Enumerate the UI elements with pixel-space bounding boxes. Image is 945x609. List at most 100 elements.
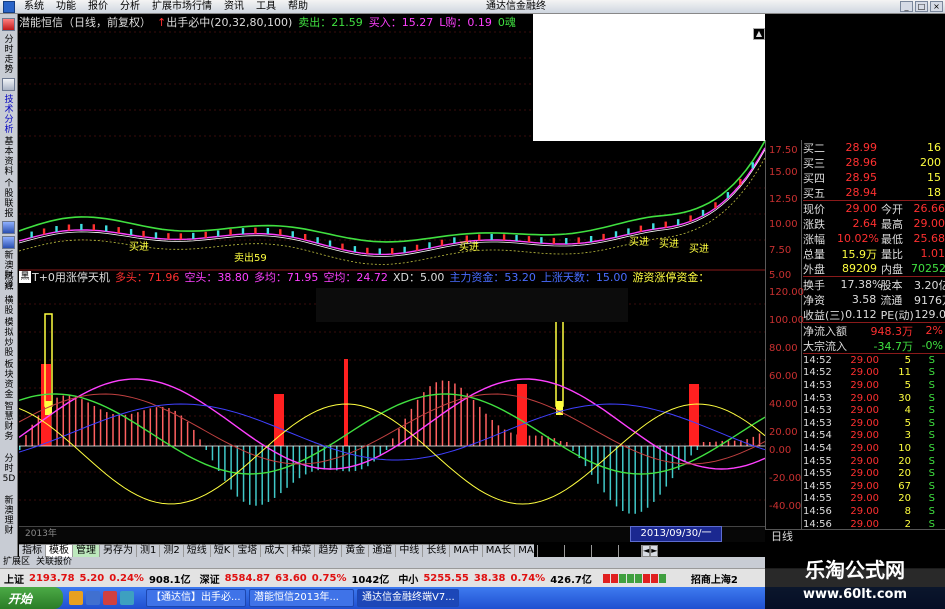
leftbar-label-hstock[interactable]: 横股 bbox=[2, 296, 16, 316]
formula-tab[interactable]: MA中 bbox=[450, 545, 483, 557]
leftbar-label-sim[interactable]: 模拟炒股 bbox=[2, 318, 16, 358]
buy-marker: 买进 bbox=[629, 236, 649, 248]
formula-tab[interactable]: 黄金 bbox=[342, 545, 370, 557]
lower-band-line bbox=[19, 147, 765, 256]
menu-tools[interactable]: 工具 bbox=[250, 0, 282, 14]
menu-news[interactable]: 资讯 bbox=[218, 0, 250, 14]
leftbar-label-5d[interactable]: 分时5D bbox=[2, 454, 16, 484]
formula-tab[interactable]: 指标 bbox=[19, 545, 46, 557]
formula-tab[interactable]: 长线 bbox=[423, 545, 451, 557]
candle bbox=[92, 224, 95, 231]
leftbar-label-hot[interactable]: 热点 bbox=[2, 272, 16, 292]
menu-help[interactable]: 帮助 bbox=[282, 0, 314, 14]
quick-launch-icon[interactable] bbox=[86, 591, 100, 605]
maximize-button[interactable]: □ bbox=[915, 1, 928, 12]
minimize-button[interactable]: _ bbox=[900, 1, 913, 12]
tick-time: 14:52 bbox=[803, 354, 832, 366]
menu-quote[interactable]: 报价 bbox=[82, 0, 114, 14]
toolbar-icon-2[interactable] bbox=[2, 78, 15, 91]
tick-price: 29.00 bbox=[850, 379, 879, 391]
index-name[interactable]: 深证 bbox=[200, 571, 220, 586]
indicator-bar bbox=[392, 438, 394, 446]
formula-tab[interactable]: 另存为 bbox=[100, 545, 137, 557]
taskbar-task-3[interactable]: 通达信金融终端V7... bbox=[357, 589, 459, 607]
bid-label: 买三 bbox=[803, 156, 825, 170]
leftbar-label-stock[interactable]: 个股联报 bbox=[2, 179, 16, 219]
formula-tab[interactable]: 管理 bbox=[73, 545, 100, 557]
leftbar-label-basic[interactable]: 基本资料 bbox=[2, 137, 16, 177]
formula-tab[interactable]: 中线 bbox=[396, 545, 424, 557]
index-name[interactable]: 中小 bbox=[398, 571, 418, 586]
stat-row: 涨跌 2.64 最高 29.00 bbox=[803, 216, 945, 231]
leftbar-label-wealth[interactable]: 新澳理财 bbox=[2, 496, 16, 536]
menu-extended-market[interactable]: 扩展市场行情 bbox=[146, 0, 218, 14]
candle bbox=[490, 233, 493, 240]
quick-launch-icon[interactable] bbox=[103, 591, 117, 605]
taskbar-task-2[interactable]: 潜能恒信2013年... bbox=[249, 589, 354, 607]
quick-launch-icon[interactable] bbox=[69, 591, 83, 605]
formula-tab[interactable]: 通道 bbox=[369, 545, 397, 557]
chart-corner-button[interactable]: ▲ bbox=[753, 28, 765, 40]
formula-tab[interactable]: 短线 bbox=[184, 545, 211, 557]
leftbar-label-tech[interactable]: 技术分析 bbox=[2, 95, 16, 135]
formula-tab[interactable]: 测2 bbox=[160, 545, 184, 557]
stat-value: 1.01 bbox=[920, 247, 945, 260]
leftbar-label-minute[interactable]: 分时走势 bbox=[2, 35, 16, 75]
toolbar-icon-1[interactable] bbox=[2, 18, 15, 31]
formula-tab[interactable]: MA bbox=[515, 545, 538, 557]
candle bbox=[714, 202, 717, 209]
tab-scroll-left-icon[interactable]: ◄ bbox=[642, 545, 651, 557]
menu-analysis[interactable]: 分析 bbox=[114, 0, 146, 14]
formula-tab[interactable]: 模板 bbox=[46, 545, 73, 557]
formula-tab[interactable]: 钻1 bbox=[619, 545, 643, 557]
tick-volume: 5 bbox=[904, 379, 911, 391]
chart-area[interactable]: 买进 买进 买进 买进 买进 卖出59 潜能恒信（日线，前复权） ↑ 出手必中(20,32… bbox=[19, 14, 765, 544]
formula-tab[interactable]: 种菜 bbox=[288, 545, 316, 557]
close-button[interactable]: × bbox=[930, 1, 943, 12]
formula-tab[interactable]: 钻红 bbox=[565, 545, 592, 557]
menu-system[interactable]: 系统 bbox=[18, 0, 50, 14]
tick-time: 14:53 bbox=[803, 379, 832, 391]
formula-tab[interactable]: 趋势 bbox=[315, 545, 343, 557]
period-label[interactable]: 日线 bbox=[765, 529, 945, 544]
lbuy-value: L购：0.19 bbox=[439, 16, 492, 29]
buy-value: 买入：15.27 bbox=[368, 16, 434, 29]
tab-related-quote[interactable]: 关联报价 bbox=[33, 557, 75, 568]
tick-side: S bbox=[928, 379, 935, 391]
formula-tab[interactable]: 短K bbox=[211, 545, 235, 557]
watermark: 乐淘公式网 www.60lt.com bbox=[765, 555, 945, 609]
indicator-bar bbox=[205, 446, 207, 450]
index-pct: 0.75% bbox=[311, 572, 347, 584]
candle bbox=[701, 209, 705, 216]
formula-tab[interactable]: 成大 bbox=[261, 545, 289, 557]
quick-launch-icon[interactable] bbox=[120, 591, 134, 605]
stat-value: 89209 bbox=[842, 262, 877, 275]
formula-tab[interactable]: 贴线 bbox=[538, 545, 565, 557]
candle bbox=[540, 237, 543, 244]
tick-time: 14:55 bbox=[803, 480, 832, 492]
leftbar-label-finance[interactable]: 智慧财务 bbox=[2, 402, 16, 442]
tab-extension[interactable]: 扩展区 bbox=[0, 557, 33, 568]
taskbar-task-1[interactable]: 【通达信】出手必... bbox=[146, 589, 246, 607]
start-button[interactable]: 开始 bbox=[0, 587, 63, 609]
indicator-bar bbox=[93, 405, 96, 446]
indicator-bar bbox=[137, 412, 139, 446]
formula-tab[interactable]: 超级 bbox=[592, 545, 619, 557]
candle bbox=[366, 247, 369, 254]
news-ticker[interactable]: 招商上海2 bbox=[691, 571, 738, 586]
formula-tab[interactable]: 宝塔 bbox=[234, 545, 262, 557]
flow-pct: -0% bbox=[921, 339, 943, 352]
app-icon[interactable] bbox=[3, 0, 15, 13]
formula-tab[interactable]: 测1 bbox=[137, 545, 161, 557]
tab-scroll-right-icon[interactable]: ► bbox=[650, 545, 659, 557]
leftbar-label-fund[interactable]: 板块资金 bbox=[2, 360, 16, 400]
formula-tab[interactable]: MA长 bbox=[483, 545, 516, 557]
menu-function[interactable]: 功能 bbox=[50, 0, 82, 14]
indicator-bar bbox=[385, 446, 388, 450]
indicator-toggle[interactable]: 黑 bbox=[19, 271, 31, 283]
strength-bar bbox=[650, 573, 658, 583]
toolbar-icon-4[interactable] bbox=[2, 236, 15, 249]
toolbar-icon-3[interactable] bbox=[2, 221, 15, 234]
tick-time: 14:55 bbox=[803, 493, 832, 505]
index-name[interactable]: 上证 bbox=[4, 571, 24, 586]
